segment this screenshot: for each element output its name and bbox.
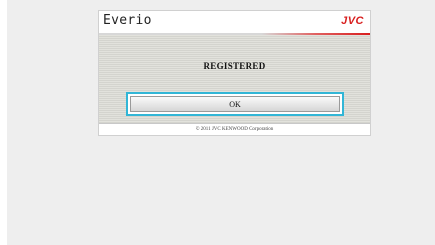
copyright-footer: © 2011 JVC KENWOOD Corporation bbox=[99, 123, 370, 135]
registration-dialog: Everio JVC REGISTERED OK © 2011 JVC KENW… bbox=[98, 10, 371, 136]
dialog-content: REGISTERED OK bbox=[99, 35, 370, 123]
status-message: REGISTERED bbox=[203, 61, 266, 71]
browser-viewport: Everio JVC REGISTERED OK © 2011 JVC KENW… bbox=[7, 0, 435, 245]
brand-title: Everio bbox=[103, 13, 152, 28]
ok-button[interactable]: OK bbox=[130, 96, 340, 112]
dialog-header: Everio JVC bbox=[99, 11, 370, 33]
ok-button-focus-ring: OK bbox=[126, 92, 344, 116]
jvc-logo: JVC bbox=[341, 15, 364, 27]
